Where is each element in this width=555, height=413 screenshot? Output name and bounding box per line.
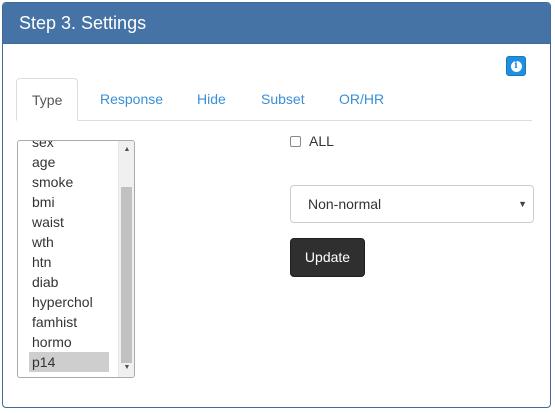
scroll-thumb[interactable]	[121, 187, 132, 363]
info-button[interactable]: i	[506, 56, 526, 76]
variable-listbox[interactable]: sex age smoke bmi waist wth htn diab hyperchol fa…	[17, 140, 135, 378]
list-item[interactable]: hormo	[18, 332, 120, 352]
caret-down-icon: ▼	[518, 199, 527, 209]
scroll-down-icon[interactable]: ▼	[119, 361, 134, 375]
tab-or-hr[interactable]: OR/HR	[339, 78, 384, 120]
tab-response[interactable]: Response	[100, 78, 163, 120]
tab-bar: Type Response Hide Subset OR/HR	[16, 78, 532, 121]
info-icon: i	[510, 60, 522, 72]
type-select-value: Non-normal	[308, 196, 382, 212]
panel-title: Step 3. Settings	[3, 3, 550, 44]
list-item[interactable]: bmi	[18, 192, 120, 212]
list-item[interactable]: hyperchol	[18, 292, 120, 312]
list-item[interactable]: wth	[18, 232, 120, 252]
tab-hide[interactable]: Hide	[197, 78, 226, 120]
variable-list: sex age smoke bmi waist wth htn diab hyperchol fa…	[18, 141, 120, 372]
list-item[interactable]: waist	[18, 212, 120, 232]
list-item[interactable]: htn	[18, 252, 120, 272]
all-checkbox[interactable]	[290, 135, 301, 147]
all-checkbox-row[interactable]: ALL	[290, 131, 334, 151]
list-item[interactable]: sex	[18, 141, 120, 152]
list-item[interactable]: diab	[18, 272, 120, 292]
tab-subset[interactable]: Subset	[261, 78, 305, 120]
type-select[interactable]: Non-normal ▼	[290, 185, 534, 223]
listbox-scrollbar[interactable]: ▲ ▼	[118, 141, 134, 377]
all-checkbox-label: ALL	[309, 133, 334, 149]
list-item[interactable]: p14	[29, 352, 109, 372]
list-item[interactable]: age	[18, 152, 120, 172]
tab-type[interactable]: Type	[16, 78, 79, 121]
update-button[interactable]: Update	[290, 238, 365, 277]
list-item[interactable]: smoke	[18, 172, 120, 192]
list-item[interactable]: famhist	[18, 312, 120, 332]
scroll-up-icon[interactable]: ▲	[119, 143, 134, 157]
